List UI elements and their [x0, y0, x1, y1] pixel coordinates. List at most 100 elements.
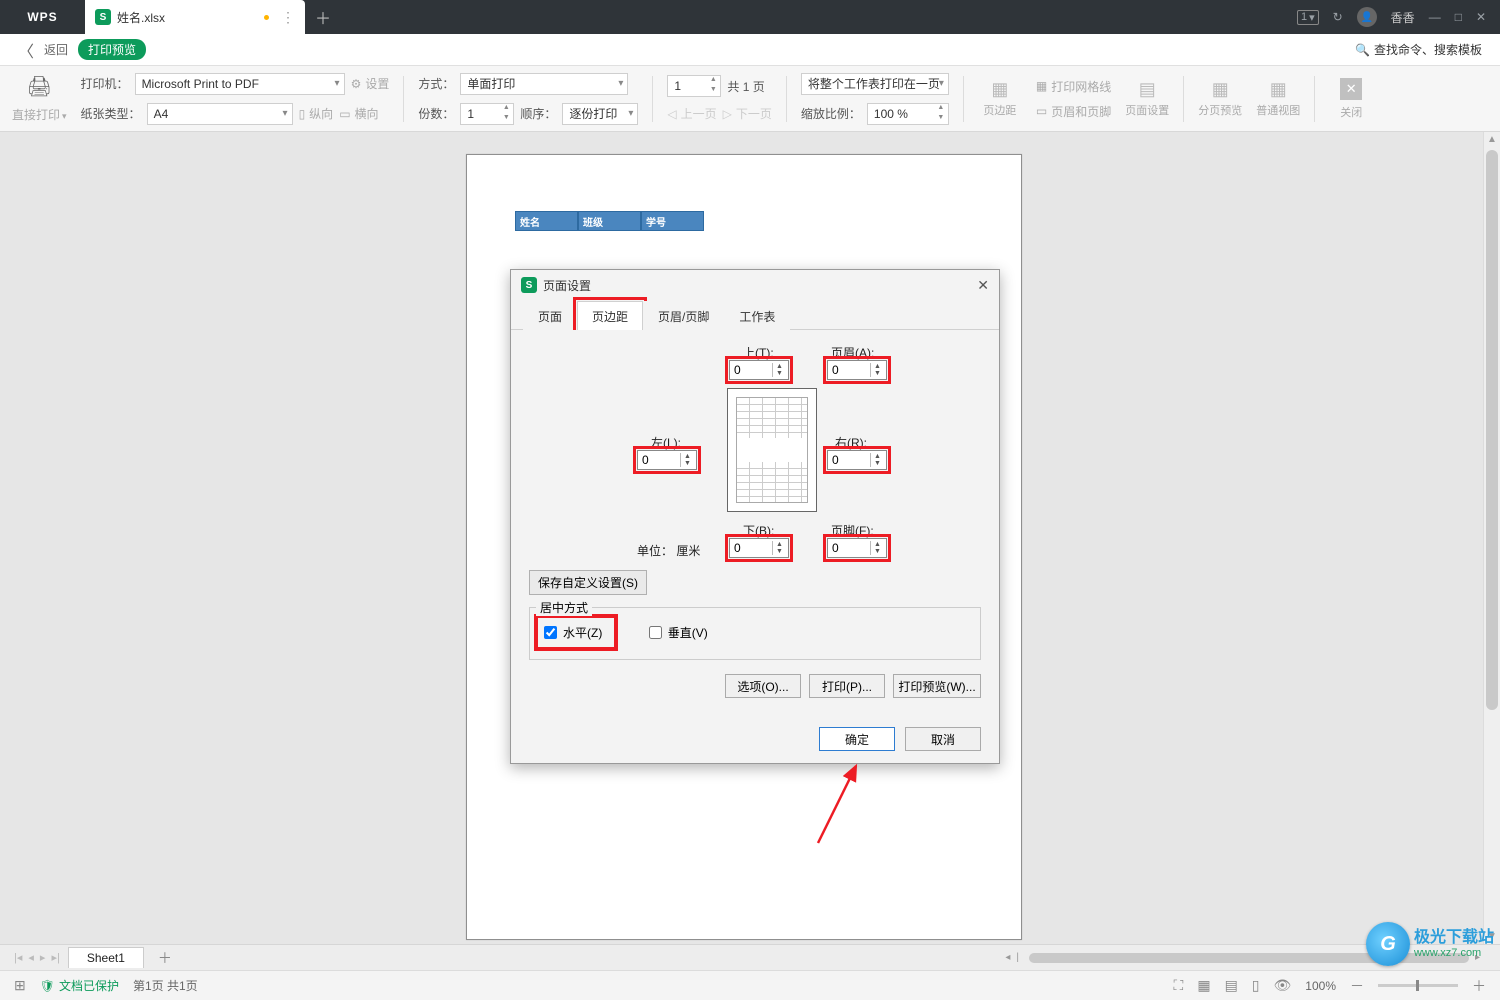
spin-bottom[interactable]: ▲▼ — [729, 538, 789, 558]
page-setup-dialog: S 页面设置 ✕ 页面 页边距 页眉/页脚 工作表 上(T): ▲▼ 页眉(A)… — [510, 269, 1000, 764]
paper-combo[interactable]: A4 — [147, 103, 293, 125]
sheet-tab-sheet1[interactable]: Sheet1 — [68, 947, 144, 968]
vertical-scrollbar[interactable]: ▲ ▼ — [1483, 132, 1500, 944]
arrow-left-icon: ◁ — [667, 107, 676, 121]
zoom-out-button[interactable]: － — [1350, 976, 1364, 996]
save-custom-button[interactable]: 保存自定义设置(S) — [529, 570, 647, 595]
sheet-tab-bar: |◂◂▸▸| Sheet1 ＋ ◂ | ▸ — [0, 944, 1500, 970]
spin-header[interactable]: ▲▼ — [827, 360, 887, 380]
copies-spin[interactable]: 1▲▼ — [460, 103, 514, 125]
th-id: 学号 — [641, 211, 704, 231]
zoom-in-button[interactable]: ＋ — [1472, 976, 1486, 996]
horizontal-checkbox[interactable]: 水平(Z) — [540, 620, 612, 645]
input-header[interactable] — [828, 363, 870, 377]
fit-combo[interactable]: 将整个工作表打印在一页 — [801, 73, 949, 95]
back-icon[interactable]: 〈 — [18, 38, 34, 62]
dialog-close-button[interactable]: ✕ — [977, 277, 989, 294]
tab-headerfooter[interactable]: 页眉/页脚 — [643, 301, 724, 330]
tab-sheet[interactable]: 工作表 — [724, 301, 790, 330]
sync-icon[interactable]: ↻ — [1333, 10, 1343, 24]
grid-settings-icon[interactable]: ⊞ — [14, 977, 26, 994]
spin-left[interactable]: ▲▼ — [637, 450, 697, 470]
search-icon: 🔍 — [1355, 43, 1370, 57]
gear-icon: ⚙ — [351, 77, 362, 91]
view-reading-icon[interactable]: ▯ — [1252, 977, 1260, 994]
header-footer-button[interactable]: ▭页眉和页脚 — [1036, 103, 1111, 120]
spin-top[interactable]: ▲▼ — [729, 360, 789, 380]
ribbon: 🖨 直接打印▾ 打印机： Microsoft Print to PDF ⚙设置 … — [0, 66, 1500, 132]
app-logo[interactable]: WPS — [0, 0, 85, 34]
user-avatar-icon[interactable]: 👤 — [1357, 7, 1377, 27]
printer-settings-button[interactable]: ⚙设置 — [351, 75, 390, 92]
order-label: 顺序： — [520, 105, 556, 122]
tab-margins[interactable]: 页边距 — [577, 301, 643, 330]
options-button[interactable]: 选项(O)... — [725, 674, 801, 698]
next-page-button[interactable]: ▷下一页 — [723, 105, 772, 122]
vertical-checkbox-input[interactable] — [649, 626, 662, 639]
direct-print-button[interactable]: 直接打印▾ — [12, 106, 67, 123]
dialog-tabs: 页面 页边距 页眉/页脚 工作表 — [511, 300, 999, 330]
gridlines-button[interactable]: ▦打印网格线 — [1036, 78, 1111, 95]
print-icon[interactable]: 🖨 — [23, 74, 55, 98]
mode-combo[interactable]: 单面打印 — [460, 73, 628, 95]
zoom-slider[interactable] — [1378, 984, 1458, 987]
scroll-thumb[interactable] — [1486, 150, 1498, 710]
table-preview: 姓名 班级 学号 — [515, 211, 704, 231]
document-tab[interactable]: S 姓名.xlsx ⋮ — [85, 0, 305, 34]
eye-icon[interactable]: 👁 — [1274, 977, 1292, 994]
vertical-checkbox[interactable]: 垂直(V) — [649, 624, 708, 641]
window-minimize-button[interactable]: — — [1429, 10, 1441, 24]
ok-button[interactable]: 确定 — [819, 727, 895, 751]
add-sheet-button[interactable]: ＋ — [152, 948, 178, 968]
scale-spin[interactable]: 100 %▲▼ — [867, 103, 949, 125]
hscroll-left-icon[interactable]: ◂ — [1005, 952, 1010, 963]
page-setup-button[interactable]: ▤页面设置 — [1125, 79, 1169, 118]
return-bar: 〈 返回 打印预览 🔍 查找命令、搜索模板 — [0, 34, 1500, 66]
normal-view-button[interactable]: ▦普通视图 — [1256, 79, 1300, 118]
input-bottom[interactable] — [730, 541, 772, 555]
tab-menu-icon[interactable]: ⋮ — [281, 9, 295, 26]
print-button[interactable]: 打印(P)... — [809, 674, 885, 698]
notification-badge[interactable]: 1▾ — [1297, 10, 1319, 25]
normal-view-icon: ▦ — [1270, 79, 1287, 100]
doc-protected-label[interactable]: 🛡文档已保护 — [40, 977, 119, 994]
close-preview-button[interactable]: ✕关闭 — [1329, 78, 1373, 120]
horizontal-checkbox-input[interactable] — [544, 626, 557, 639]
pagebreak-preview-button[interactable]: ▦分页预览 — [1198, 79, 1242, 118]
page-setup-icon: ▤ — [1139, 79, 1156, 100]
printer-label: 打印机： — [81, 75, 129, 92]
input-top[interactable] — [730, 363, 772, 377]
input-footer[interactable] — [828, 541, 870, 555]
margins-button[interactable]: ▦页边距 — [978, 79, 1022, 118]
new-tab-button[interactable]: ＋ — [305, 0, 341, 34]
close-icon: ✕ — [1340, 78, 1362, 100]
view-page-icon[interactable]: ▤ — [1225, 977, 1238, 994]
label-header: 页眉(A): — [831, 344, 874, 361]
landscape-button[interactable]: ▭横向 — [339, 105, 378, 122]
watermark-url: www.xz7.com — [1414, 947, 1494, 959]
tab-page[interactable]: 页面 — [523, 301, 577, 330]
portrait-button[interactable]: ▯纵向 — [299, 105, 334, 122]
mode-label: 方式： — [418, 75, 454, 92]
page-number-spin[interactable]: 1▲▼ — [667, 75, 721, 97]
input-right[interactable] — [828, 453, 870, 467]
command-search[interactable]: 🔍 查找命令、搜索模板 — [1355, 41, 1482, 58]
shield-icon: 🛡 — [40, 979, 55, 993]
printer-combo[interactable]: Microsoft Print to PDF — [135, 73, 345, 95]
cancel-button[interactable]: 取消 — [905, 727, 981, 751]
sheet-nav[interactable]: |◂◂▸▸| — [14, 951, 60, 964]
prev-page-button[interactable]: ◁上一页 — [667, 105, 716, 122]
spin-footer[interactable]: ▲▼ — [827, 538, 887, 558]
back-label[interactable]: 返回 — [44, 41, 68, 58]
input-left[interactable] — [638, 453, 680, 467]
view-grid-icon[interactable]: ▦ — [1197, 977, 1210, 994]
horizontal-scrollbar[interactable]: ◂ | ▸ — [186, 952, 1500, 963]
fullscreen-icon[interactable]: ⛶ — [1174, 977, 1184, 994]
th-name: 姓名 — [515, 211, 578, 231]
scroll-up-icon[interactable]: ▲ — [1484, 134, 1500, 145]
window-close-button[interactable]: ✕ — [1476, 10, 1486, 24]
order-combo[interactable]: 逐份打印 — [562, 103, 638, 125]
window-maximize-button[interactable]: □ — [1455, 10, 1462, 24]
spin-right[interactable]: ▲▼ — [827, 450, 887, 470]
print-preview-button[interactable]: 打印预览(W)... — [893, 674, 981, 698]
